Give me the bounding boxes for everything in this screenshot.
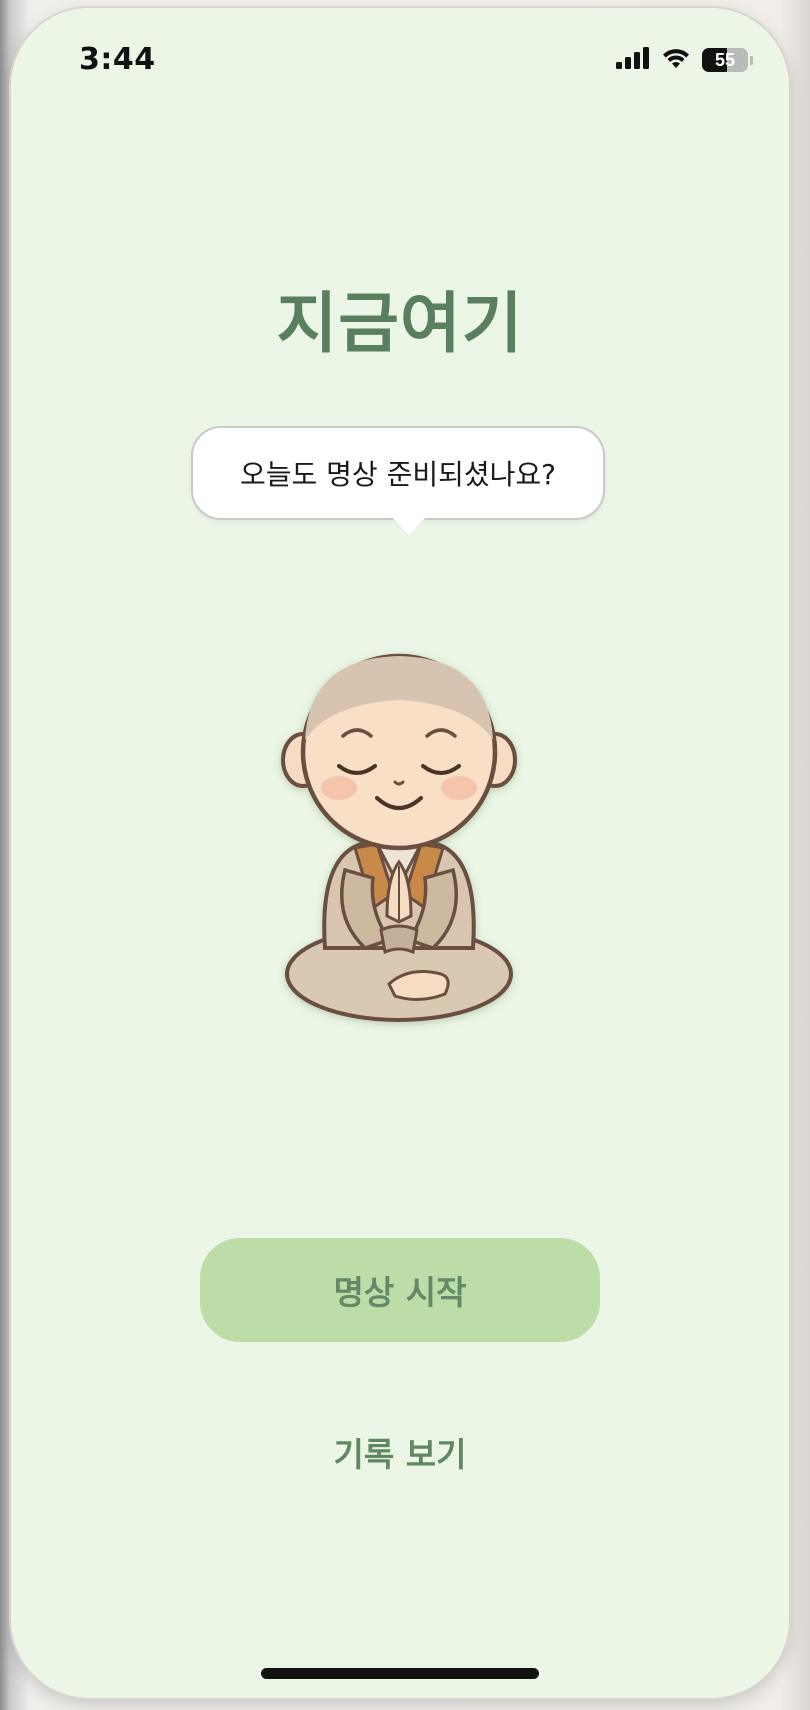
battery-icon: 55 bbox=[702, 48, 748, 72]
status-time: 3:44 bbox=[79, 42, 156, 77]
battery-cap bbox=[750, 55, 753, 65]
app-title: 지금여기 bbox=[276, 285, 524, 362]
app-screen: 3:44 55 지금여기 오늘도 명상 준비되셨나요? 명상 시작 기록 보기 bbox=[11, 8, 789, 1698]
speech-bubble-text: 오늘도 명상 준비되셨나요? bbox=[239, 458, 557, 491]
start-meditation-button[interactable]: 명상 시작 bbox=[200, 1238, 600, 1342]
speech-bubble: 오늘도 명상 준비되셨나요? bbox=[191, 426, 605, 520]
wifi-icon bbox=[660, 46, 692, 74]
home-indicator bbox=[261, 1668, 539, 1679]
cellular-signal-icon bbox=[616, 47, 650, 73]
status-icons: 55 bbox=[616, 46, 753, 74]
view-history-link[interactable]: 기록 보기 bbox=[11, 1428, 789, 1476]
speech-bubble-tail bbox=[393, 518, 425, 536]
meditating-monk-illustration bbox=[269, 648, 529, 1038]
battery-level: 55 bbox=[714, 50, 736, 70]
